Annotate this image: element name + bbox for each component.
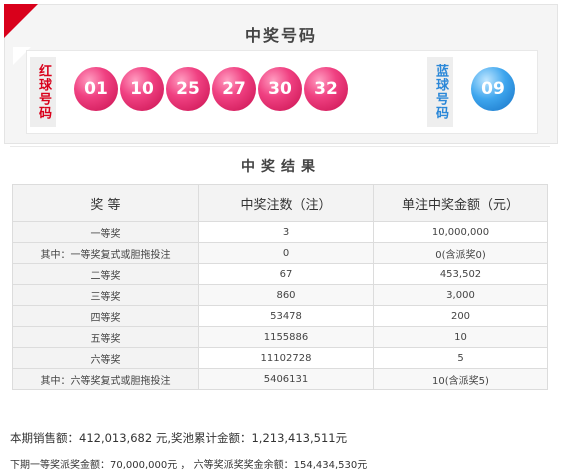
winner-count-cell: 5406131	[198, 368, 374, 390]
prize-level-cell: 其中：一等奖复式或胆拖投注	[12, 242, 199, 264]
prize-level-cell: 一等奖	[12, 221, 199, 243]
winner-count-cell: 11102728	[198, 347, 374, 369]
bonus-summary: 下期一等奖派奖金额：70,000,000元 ， 六等奖派奖奖金余额：154,43…	[10, 460, 368, 471]
red-ball-label: 红球号码	[30, 57, 56, 127]
blue-ball-label: 蓝球号码	[427, 57, 453, 127]
prize-amount-cell: 3,000	[373, 284, 548, 306]
winner-count-cell: 3	[198, 221, 374, 243]
red-ball: 30	[258, 67, 302, 111]
prize-amount-cell: 10	[373, 326, 548, 348]
column-header-winner-count: 中奖注数（注）	[198, 184, 374, 222]
prize-level-cell: 三等奖	[12, 284, 199, 306]
winning-numbers-title: 中奖号码	[244, 26, 317, 45]
ball-panel: 红球号码 01 10 25 27 30 32 蓝球号码 09	[26, 50, 538, 134]
red-ball: 27	[212, 67, 256, 111]
prize-amount-cell: 0(含派奖0)	[373, 242, 548, 264]
winner-count-cell: 0	[198, 242, 374, 264]
prize-amount-cell: 10(含派奖5)	[373, 368, 548, 390]
prize-level-cell: 五等奖	[12, 326, 199, 348]
table-row: 一等奖 3 10,000,000	[12, 221, 548, 243]
blue-ball: 09	[471, 67, 515, 111]
prize-level-cell: 其中：六等奖复式或胆拖投注	[12, 368, 199, 390]
results-title: 中奖结果	[241, 159, 321, 175]
prize-level-cell: 二等奖	[12, 263, 199, 285]
prize-amount-cell: 5	[373, 347, 548, 369]
winner-count-cell: 1155886	[198, 326, 374, 348]
sales-summary: 本期销售额：412,013,682 元,奖池累计金额：1,213,413,511…	[10, 431, 348, 445]
table-row: 二等奖 67 453,502	[12, 263, 548, 285]
prize-amount-cell: 453,502	[373, 263, 548, 285]
results-table: 奖 等 中奖注数（注） 单注中奖金额（元） 一等奖 3 10,000,000 其…	[12, 184, 548, 390]
winner-count-cell: 67	[198, 263, 374, 285]
winner-count-cell: 860	[198, 284, 374, 306]
column-header-prize-level: 奖 等	[12, 184, 199, 222]
section-divider	[10, 146, 550, 147]
prize-level-cell: 四等奖	[12, 305, 199, 327]
prize-amount-cell: 10,000,000	[373, 221, 548, 243]
table-row: 其中：一等奖复式或胆拖投注 0 0(含派奖0)	[12, 242, 548, 264]
prize-amount-cell: 200	[373, 305, 548, 327]
red-ball: 25	[166, 67, 210, 111]
table-row: 三等奖 860 3,000	[12, 284, 548, 306]
prize-level-cell: 六等奖	[12, 347, 199, 369]
table-row: 其中：六等奖复式或胆拖投注 5406131 10(含派奖5)	[12, 368, 548, 390]
table-row: 五等奖 1155886 10	[12, 326, 548, 348]
winner-count-cell: 53478	[198, 305, 374, 327]
table-row: 四等奖 53478 200	[12, 305, 548, 327]
red-ball: 10	[120, 67, 164, 111]
red-ball: 01	[74, 67, 118, 111]
red-ball: 32	[304, 67, 348, 111]
column-header-prize-amount: 单注中奖金额（元）	[373, 184, 548, 222]
table-row: 六等奖 11102728 5	[12, 347, 548, 369]
